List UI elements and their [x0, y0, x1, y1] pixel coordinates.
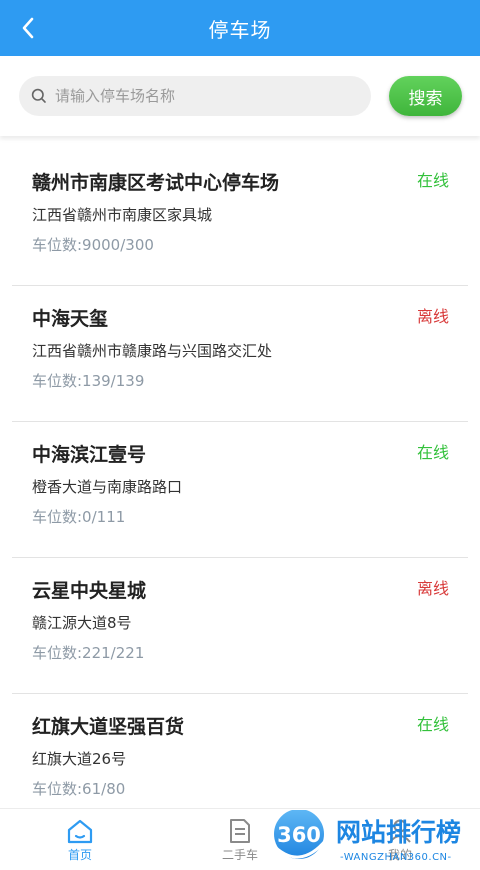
page-title: 停车场: [208, 17, 272, 42]
search-icon: [31, 88, 46, 103]
parking-lot-address: 江西省赣州市南康区家具城: [32, 206, 213, 224]
status-badge: 离线: [416, 579, 449, 598]
parking-lot-name: 红旗大道坚强百货: [32, 716, 185, 738]
search-input[interactable]: [55, 81, 345, 111]
search-bar: 搜索: [0, 56, 480, 136]
parking-lot-name: 中海滨江壹号: [32, 444, 147, 466]
parking-lot-list: 赣州市南康区考试中心停车场 在线 江西省赣州市南康区家具城 车位数:9000/3…: [12, 150, 468, 808]
parking-lot-name: 云星中央星城: [32, 580, 147, 602]
back-arrow-icon: [22, 17, 34, 39]
parking-lot-name: 赣州市南康区考试中心停车场: [32, 172, 280, 194]
list-item[interactable]: 中海滨江壹号 在线 橙香大道与南康路路口 车位数:0/111: [12, 422, 468, 558]
status-badge: 离线: [416, 307, 449, 326]
nav-label-used-car: 二手车: [221, 848, 258, 862]
parking-lot-screen: 停车场 搜索 赣州市南康区考试中心停车场 在线 江西省赣州市南康区家具城 车位数…: [0, 0, 480, 870]
user-icon: [389, 819, 411, 843]
status-badge: 在线: [416, 171, 449, 190]
parking-lot-address: 赣江源大道8号: [32, 614, 132, 632]
document-icon: [230, 819, 250, 843]
list-item[interactable]: 云星中央星城 离线 赣江源大道8号 车位数:221/221: [12, 558, 468, 694]
list-item[interactable]: 红旗大道坚强百货 在线 红旗大道26号 车位数:61/80: [12, 694, 468, 808]
status-badge: 在线: [416, 443, 449, 462]
bottom-nav: 首页 二手车 我的: [0, 808, 480, 870]
list-item[interactable]: 中海天玺 离线 江西省赣州市赣康路与兴国路交汇处 车位数:139/139: [12, 286, 468, 422]
nav-label-home: 首页: [67, 848, 92, 862]
nav-item-used-car[interactable]: 二手车: [160, 809, 320, 870]
parking-lot-capacity: 车位数:61/80: [32, 780, 126, 798]
list-item[interactable]: 赣州市南康区考试中心停车场 在线 江西省赣州市南康区家具城 车位数:9000/3…: [12, 150, 468, 286]
parking-lot-capacity: 车位数:9000/300: [32, 236, 154, 254]
search-box[interactable]: [19, 76, 371, 116]
parking-lot-address: 江西省赣州市赣康路与兴国路交汇处: [32, 342, 273, 360]
parking-lot-capacity: 车位数:221/221: [32, 644, 145, 662]
status-badge: 在线: [416, 715, 449, 734]
parking-lot-capacity: 车位数:0/111: [32, 508, 126, 526]
back-button[interactable]: [8, 8, 48, 48]
nav-item-profile[interactable]: 我的: [320, 809, 480, 870]
nav-label-profile: 我的: [387, 848, 412, 862]
parking-lot-name: 中海天玺: [32, 308, 109, 330]
parking-lot-address: 橙香大道与南康路路口: [32, 478, 183, 496]
parking-lot-address: 红旗大道26号: [32, 750, 127, 768]
search-button[interactable]: 搜索: [389, 76, 462, 116]
nav-item-home[interactable]: 首页: [0, 809, 160, 870]
home-icon: [67, 819, 93, 844]
parking-lot-capacity: 车位数:139/139: [32, 372, 145, 390]
app-header: 停车场: [0, 0, 480, 56]
